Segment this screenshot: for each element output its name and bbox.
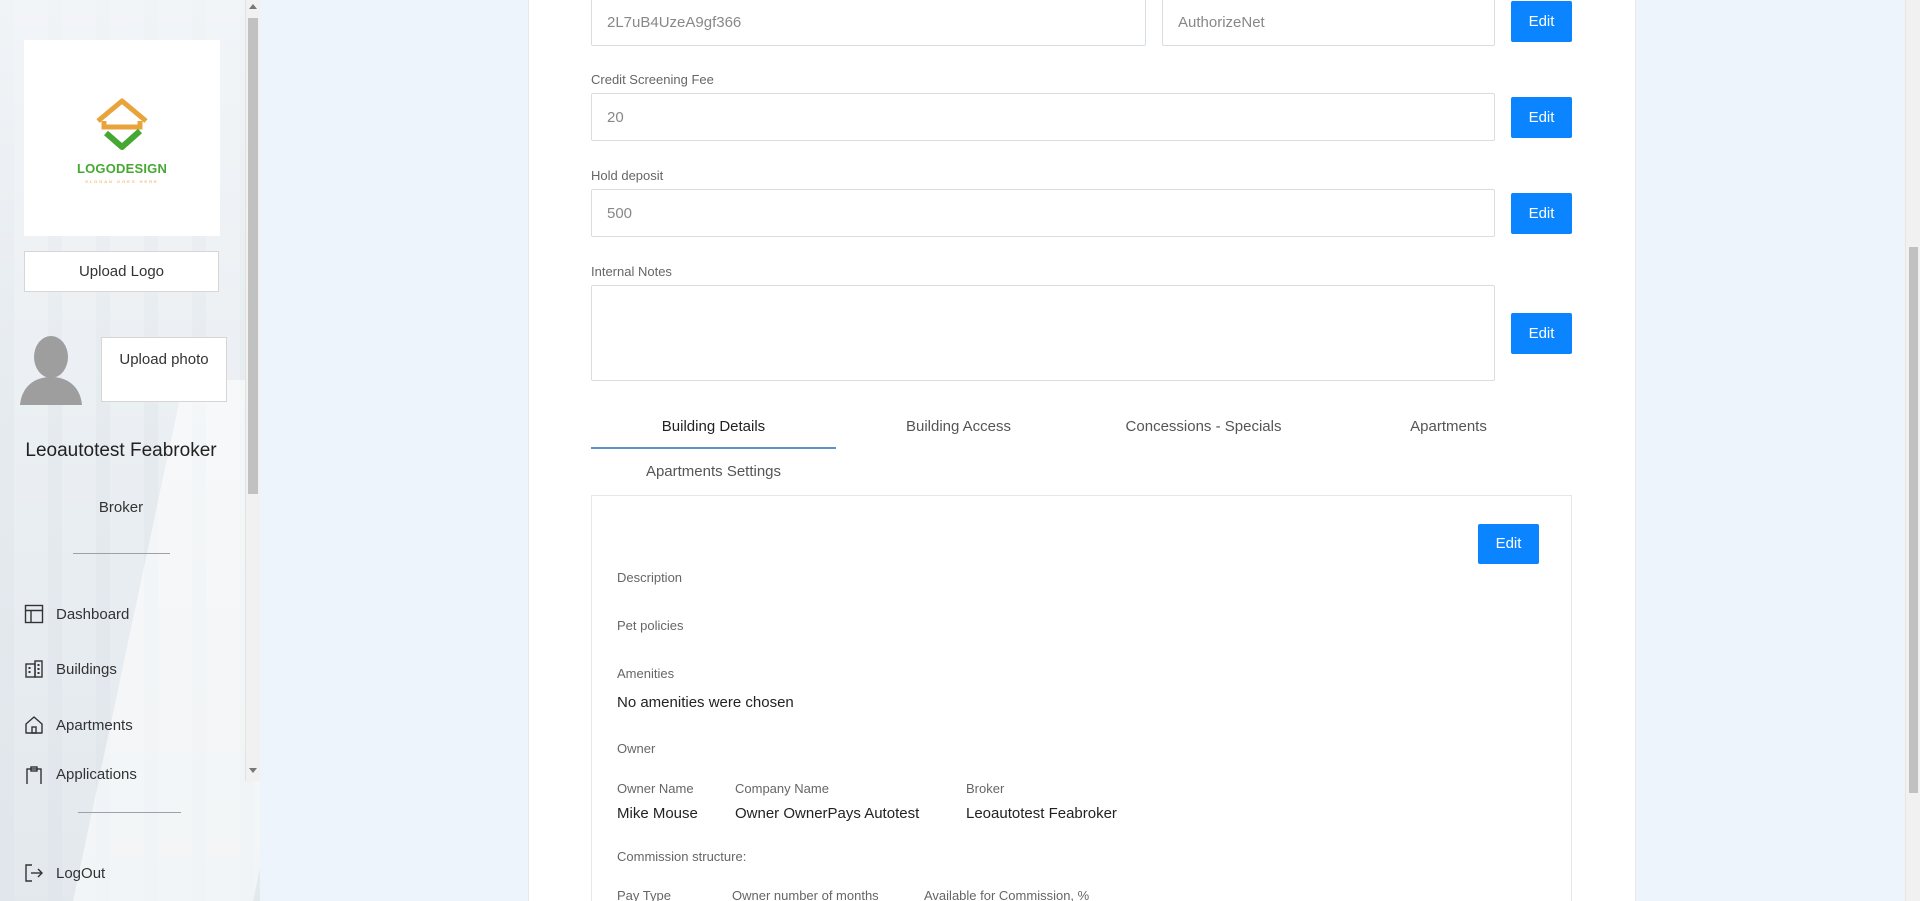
sidebar-item-buildings[interactable]: Buildings: [24, 655, 117, 683]
credit-fee-field[interactable]: 20: [591, 93, 1495, 141]
sidebar-scrollbar[interactable]: [245, 0, 260, 781]
edit-gateway-button[interactable]: Edit: [1511, 1, 1572, 42]
company-name-label: Company Name: [735, 781, 829, 796]
page-scrollbar[interactable]: [1905, 0, 1920, 901]
sidebar-item-label: Applications: [56, 766, 137, 783]
gateway-name-field[interactable]: AuthorizeNet: [1162, 0, 1495, 46]
user-role: Broker: [98, 499, 144, 516]
tab-apartments[interactable]: Apartments: [1326, 407, 1571, 447]
edit-internal-notes-button[interactable]: Edit: [1511, 313, 1572, 354]
sidebar-item-label: Dashboard: [56, 605, 130, 623]
owner-name-label: Owner Name: [617, 781, 694, 796]
home-icon: [25, 716, 43, 734]
sidebar: LOGODESIGN SLOGAN GOES HERE Upload Logo …: [0, 0, 260, 901]
tab-apartments-settings[interactable]: Apartments Settings: [591, 452, 836, 492]
edit-building-details-button[interactable]: Edit: [1478, 524, 1539, 564]
sidebar-item-apartments[interactable]: Apartments: [24, 711, 133, 739]
avatar: [18, 333, 84, 405]
user-silhouette-icon: [20, 336, 82, 405]
amenities-label: Amenities: [617, 666, 675, 681]
edit-credit-fee-button[interactable]: Edit: [1511, 97, 1572, 138]
house-logo-icon: [96, 98, 148, 150]
logo-title: LOGODESIGN: [76, 160, 168, 176]
company-name-value: Owner OwnerPays Autotest: [735, 805, 920, 822]
tab-concessions-specials[interactable]: Concessions - Specials: [1081, 407, 1326, 447]
sidebar-item-logout[interactable]: LogOut: [24, 859, 105, 887]
sidebar-item-label: Buildings: [56, 660, 117, 678]
credit-fee-label: Credit Screening Fee: [591, 72, 714, 87]
sidebar-item-dashboard[interactable]: Dashboard: [24, 600, 129, 628]
scroll-down-arrow-icon[interactable]: [249, 768, 257, 773]
owner-section-label: Owner: [617, 741, 656, 756]
hold-deposit-label: Hold deposit: [591, 168, 664, 183]
upload-logo-button[interactable]: Upload Logo: [24, 251, 219, 292]
logo-slogan: SLOGAN GOES HERE: [85, 178, 159, 184]
amenities-value: No amenities were chosen: [617, 694, 794, 711]
tab-building-details[interactable]: Building Details: [591, 407, 836, 449]
scrollbar-thumb[interactable]: [248, 18, 258, 494]
logout-icon: [25, 864, 43, 882]
gateway-name-value: AuthorizeNet: [1178, 13, 1265, 31]
description-label: Description: [617, 570, 683, 585]
sidebar-item-label: LogOut: [56, 864, 106, 882]
user-name: Leoautotest Feabroker: [25, 440, 217, 461]
internal-notes-field[interactable]: [591, 285, 1495, 381]
sidebar-item-label: Apartments: [56, 716, 133, 734]
scrollbar-thumb[interactable]: [1909, 247, 1918, 793]
hold-deposit-value: 500: [607, 204, 633, 222]
credit-fee-value: 20: [607, 108, 624, 126]
edit-hold-deposit-button[interactable]: Edit: [1511, 193, 1572, 234]
divider: [73, 553, 170, 554]
pet-policies-label: Pet policies: [617, 618, 684, 633]
tabs: Building Details Building Access Concess…: [591, 407, 1571, 449]
tabs-second-row: Apartments Settings: [591, 452, 1571, 492]
gateway-key-field[interactable]: 2L7uB4UzeA9gf366: [591, 0, 1146, 46]
hold-deposit-field[interactable]: 500: [591, 189, 1495, 237]
scroll-up-arrow-icon[interactable]: [249, 4, 257, 9]
tab-building-access[interactable]: Building Access: [836, 407, 1081, 447]
broker-label: Broker: [966, 781, 1005, 796]
owner-name-value: Mike Mouse: [617, 805, 698, 822]
broker-value: Leoautotest Feabroker: [966, 805, 1117, 822]
internal-notes-label: Internal Notes: [591, 264, 672, 279]
pay-type-label: Pay Type: [617, 888, 671, 901]
company-logo: LOGODESIGN SLOGAN GOES HERE: [24, 40, 220, 236]
dashboard-icon: [24, 604, 44, 624]
gateway-key-value: 2L7uB4UzeA9gf366: [607, 13, 742, 31]
commission-structure-label: Commission structure:: [617, 849, 747, 864]
clipboard-icon: [26, 766, 42, 784]
available-commission-label: Available for Commission, %: [924, 888, 1090, 901]
upload-photo-button[interactable]: Upload photo: [101, 337, 227, 402]
buildings-icon: [25, 660, 43, 678]
sidebar-item-applications[interactable]: Applications: [24, 766, 137, 784]
divider: [78, 812, 181, 813]
owner-months-label: Owner number of months: [732, 888, 879, 901]
